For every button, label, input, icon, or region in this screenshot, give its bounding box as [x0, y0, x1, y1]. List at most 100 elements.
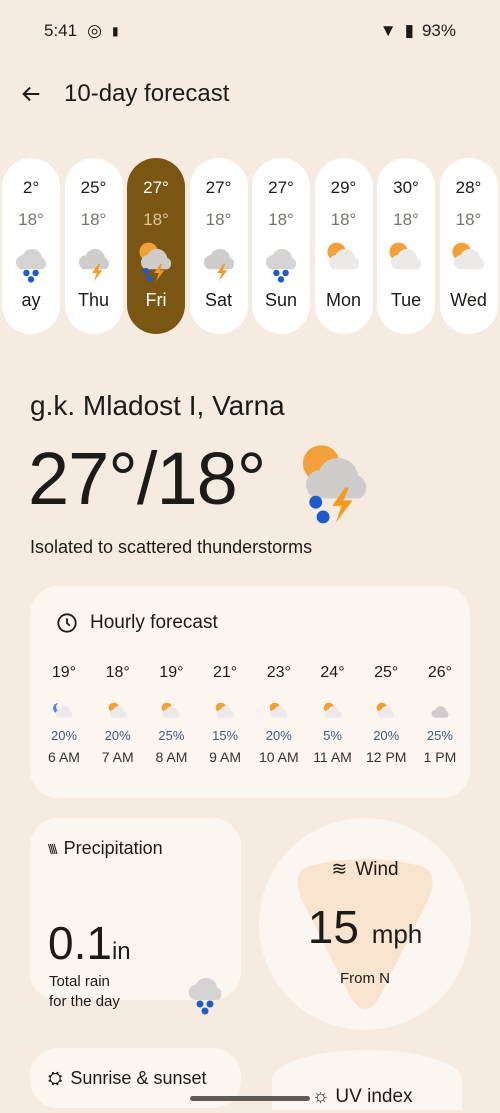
day-name: Thu	[77, 290, 110, 310]
day-name: ay	[21, 290, 41, 310]
partly-cloudy-icon	[108, 702, 127, 718]
day-high: 29°	[330, 178, 357, 197]
day-low: 18°	[393, 210, 419, 229]
night-cloudy-icon	[53, 703, 73, 718]
uv-index-card[interactable]: ☼ UV index	[272, 1050, 462, 1110]
hour-temp: 21°	[213, 664, 238, 681]
hour-item: 19° 25% 8 AM	[145, 664, 197, 765]
day-high: 27°	[143, 178, 169, 197]
day-sat[interactable]: 27° 18° Sat	[189, 158, 248, 334]
day-tue[interactable]: 30° 18° Tue	[377, 158, 435, 334]
hour-temp: 19°	[51, 664, 77, 681]
storm-rain-icon	[139, 242, 172, 282]
day-low: 18°	[455, 210, 482, 229]
hour-item: 26° 25% 1 PM	[414, 664, 466, 765]
partly-cloudy-icon	[389, 242, 422, 270]
hour-item: 18° 20% 7 AM	[92, 664, 144, 765]
day-low: 18°	[205, 210, 232, 229]
day-low: 18°	[143, 210, 169, 229]
hour-time: 7 AM	[101, 749, 134, 765]
uv-title: UV index	[335, 1086, 413, 1107]
clock-icon	[57, 613, 77, 633]
hour-precip: 15%	[212, 728, 239, 743]
day-fri[interactable]: 27° 18° Fri	[127, 158, 185, 334]
wind-direction: From N	[340, 970, 390, 987]
hourly-forecast-card: Hourly forecast 19° 20% 6 AM 18° 20% 7 AM 19° 2…	[30, 586, 470, 798]
storm-rain-icon	[302, 445, 367, 524]
precip-sub2: for the day	[49, 993, 120, 1010]
day-name: Mon	[325, 290, 361, 310]
day-wednesday[interactable]: 2° 18° ay	[2, 158, 60, 334]
storm-icon	[78, 248, 109, 282]
hour-precip: 20%	[265, 728, 292, 743]
hour-precip: 25%	[426, 728, 453, 743]
day-name: Tue	[390, 290, 422, 310]
hour-time: 9 AM	[209, 749, 242, 765]
hour-temp: 18°	[105, 664, 130, 681]
day-wed[interactable]: 28° 18° Wed	[439, 158, 498, 334]
day-high: 30°	[393, 178, 419, 197]
hour-temp: 19°	[159, 664, 184, 681]
hour-item: 25° 20% 12 PM	[360, 664, 412, 765]
hour-time: 1 PM	[423, 749, 457, 765]
hour-precip: 25%	[158, 728, 185, 743]
hourly-list[interactable]: 19° 20% 6 AM 18° 20% 7 AM 19° 25% 8 AM 21° 15% 9 AM…	[38, 664, 466, 765]
sunrise-icon: ⛭	[48, 1068, 63, 1088]
wifi-icon: ▼	[379, 21, 397, 40]
partly-cloudy-icon	[326, 242, 359, 270]
precipitation-unit: in	[111, 938, 131, 965]
day-low: 18°	[330, 210, 357, 229]
rain-icon	[16, 248, 47, 283]
day-selector: 2° 18° ay 25° 18° Thu 27° 18° Fri 27° 18° Sat 27° 18°…	[2, 158, 498, 334]
hour-precip: 5%	[323, 728, 342, 743]
partly-cloudy-icon	[376, 702, 395, 718]
battery-icon: ▮	[404, 21, 414, 40]
hour-item: 21° 15% 9 AM	[199, 664, 251, 765]
hour-time: 6 AM	[48, 749, 80, 765]
hour-time: 8 AM	[155, 749, 188, 765]
gesture-nav-bar[interactable]	[190, 1096, 310, 1101]
wind-value: 15	[307, 901, 359, 953]
hour-temp: 24°	[320, 664, 345, 681]
hour-precip: 20%	[104, 728, 131, 743]
day-mon[interactable]: 29° 18° Mon	[314, 158, 373, 334]
day-high: 28°	[455, 178, 482, 197]
condition-text: Isolated to scattered thunderstorms	[30, 537, 313, 557]
partly-cloudy-icon	[162, 702, 180, 718]
rain-lines-icon: \\\\	[48, 840, 57, 857]
day-sun[interactable]: 27° 18° Sun	[252, 158, 310, 334]
partly-cloudy-icon	[269, 702, 288, 718]
back-arrow-icon[interactable]	[20, 83, 42, 105]
high-low-temp: 27°/18°	[28, 437, 266, 520]
rain-icon	[188, 977, 222, 1015]
hour-precip: 20%	[373, 728, 400, 743]
day-low: 18°	[268, 210, 294, 229]
precipitation-card[interactable]: \\\\ Precipitation 0.1in Total rain for th…	[30, 818, 241, 1015]
precipitation-title: Precipitation	[63, 838, 163, 858]
day-high: 27°	[268, 178, 294, 197]
battery-level: 93%	[421, 21, 456, 40]
hour-temp: 25°	[374, 664, 399, 681]
hour-item: 23° 20% 10 AM	[253, 664, 305, 765]
day-high: 25°	[80, 178, 107, 197]
sunrise-title: Sunrise & sunset	[70, 1068, 207, 1088]
app-icon: ▮	[111, 24, 119, 38]
notification-icon: ◎	[87, 21, 102, 40]
day-high: 27°	[205, 178, 232, 197]
wind-title: Wind	[355, 858, 399, 880]
hour-time: 12 PM	[365, 749, 407, 765]
wind-card[interactable]: ≋ Wind 15 mph From N	[259, 818, 471, 1030]
hour-precip: 20%	[50, 728, 78, 743]
storm-rain-icon	[290, 436, 382, 533]
day-name: Wed	[450, 290, 487, 310]
hour-time: 11 AM	[313, 749, 352, 765]
hour-time: 10 AM	[258, 749, 299, 765]
rain-icon	[266, 248, 297, 283]
day-low: 18°	[80, 210, 107, 229]
hour-item: 19° 20% 6 AM	[38, 664, 90, 765]
day-thu[interactable]: 25° 18° Thu	[64, 158, 123, 334]
precipitation-value: 0.1	[48, 917, 112, 969]
partly-cloudy-icon	[215, 702, 234, 718]
header: 10-day forecast	[20, 80, 229, 108]
wind-unit: mph	[371, 919, 423, 949]
